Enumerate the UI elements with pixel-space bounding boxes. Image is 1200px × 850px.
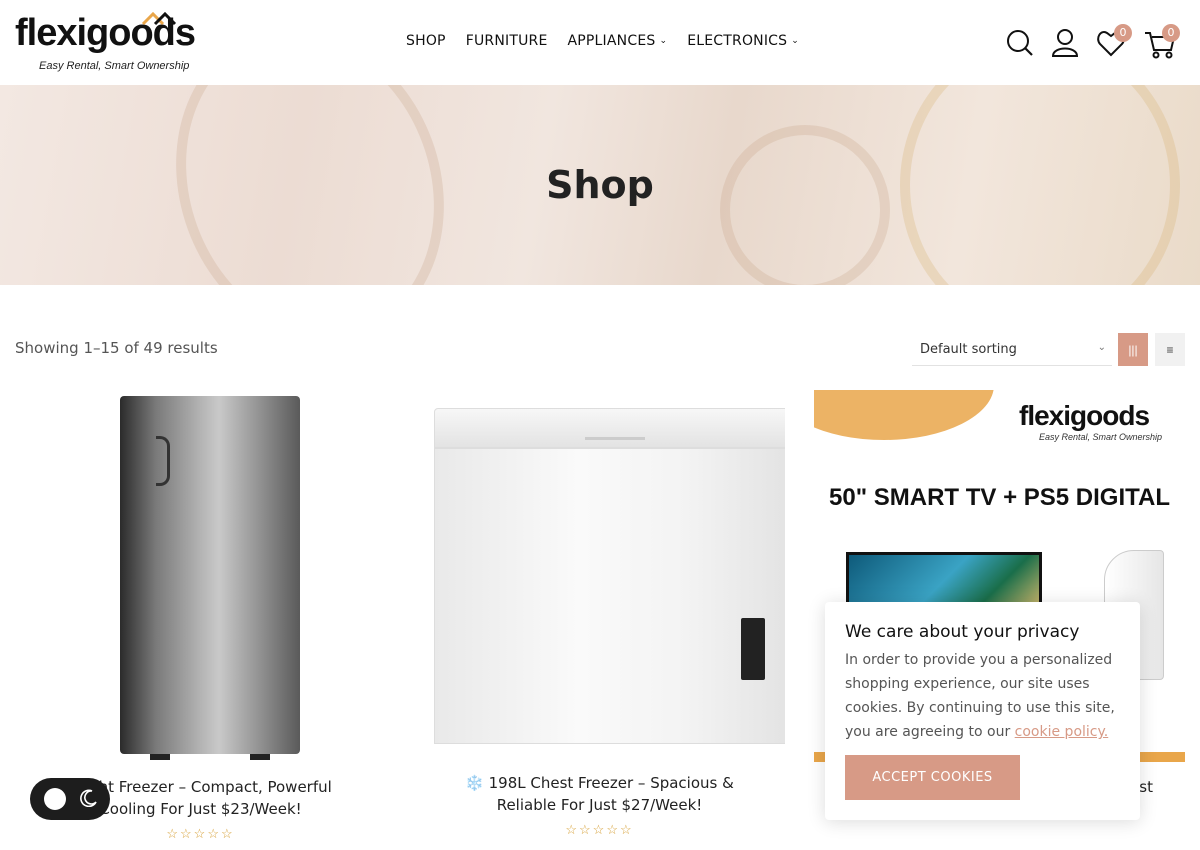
page-title: Shop: [546, 163, 654, 207]
nav-label: ELECTRONICS: [687, 33, 788, 49]
freezer-control-panel: [741, 618, 765, 680]
cart-count-badge: 0: [1162, 24, 1180, 42]
logo-arrows-icon: [141, 11, 177, 26]
product-title[interactable]: ❄️ 198L Chest Freezer – Spacious & Relia…: [414, 772, 785, 816]
moon-icon: [80, 789, 97, 807]
rating-stars: ☆☆☆☆☆: [565, 822, 634, 837]
nav-item-appliances[interactable]: APPLIANCES ⌄: [568, 33, 668, 49]
rating-stars: ☆☆☆☆☆: [166, 826, 235, 841]
search-icon[interactable]: [1005, 26, 1035, 60]
upright-freezer-image: [120, 396, 300, 760]
nav-label: FURNITURE: [465, 33, 548, 49]
nav-item-furniture[interactable]: FURNITURE: [466, 33, 548, 49]
accept-cookies-button[interactable]: ACCEPT COOKIES: [845, 755, 1020, 800]
wishlist-count-badge: 0: [1114, 24, 1132, 42]
page-banner: Shop: [0, 85, 1200, 285]
grid-icon: |||: [1128, 342, 1138, 357]
main-nav: SHOP FURNITURE APPLIANCES ⌄ ELECTRONICS …: [406, 33, 819, 49]
freezer-lid: [434, 408, 785, 448]
chest-freezer-image: [434, 408, 785, 748]
fridge-handle: [156, 436, 170, 486]
chevron-down-icon: ⌄: [1097, 342, 1106, 353]
product-card: ❄️ 198L Chest Freezer – Spacious & Relia…: [414, 390, 785, 838]
nav-item-electronics[interactable]: ELECTRONICS ⌄: [687, 33, 799, 49]
nav-label: APPLIANCES: [567, 33, 656, 49]
fridge-foot: [150, 754, 170, 760]
grid-view-button[interactable]: |||: [1118, 333, 1148, 366]
chevron-down-icon: ⌄: [659, 36, 668, 46]
promo-headline: 50" SMART TV + PS5 DIGITAL: [829, 484, 1170, 511]
fridge-foot: [250, 754, 270, 760]
logo[interactable]: flexigoods Easy Rental, Smart Ownership: [15, 10, 215, 74]
chevron-down-icon: ⌄: [791, 36, 799, 46]
product-card: pright Freezer – Compact, Powerful Cooli…: [15, 390, 386, 842]
product-image[interactable]: [15, 390, 386, 762]
cookie-title: We care about your privacy: [845, 622, 1080, 642]
promo-brand: flexigoods: [1019, 400, 1150, 431]
cookie-policy-link[interactable]: cookie policy.: [1015, 724, 1109, 740]
freezer-body: [434, 448, 785, 744]
user-icon[interactable]: [1050, 26, 1080, 60]
nav-label: SHOP: [406, 33, 446, 49]
cookie-text: In order to provide you a personalized s…: [845, 648, 1120, 744]
cart-button[interactable]: 0: [1144, 24, 1180, 60]
promo-swoosh: [814, 390, 994, 440]
sort-select[interactable]: Default sorting ⌄: [912, 333, 1112, 366]
dark-mode-toggle[interactable]: [30, 778, 110, 820]
promo-tagline: Easy Rental, Smart Ownership: [1039, 432, 1163, 442]
wishlist-button[interactable]: 0: [1096, 24, 1132, 60]
list-view-button[interactable]: ≡: [1155, 333, 1185, 366]
logo-tagline: Easy Rental, Smart Ownership: [39, 60, 190, 72]
cookie-consent-popup: We care about your privacy In order to p…: [825, 602, 1140, 820]
nav-item-shop[interactable]: SHOP: [406, 33, 446, 49]
site-header: flexigoods Easy Rental, Smart Ownership …: [0, 0, 1200, 85]
results-count: Showing 1–15 of 49 results: [15, 339, 218, 357]
sort-selected-value: Default sorting: [920, 341, 1017, 357]
list-icon: ≡: [1166, 342, 1174, 357]
header-icons: 0 0: [1005, 24, 1190, 60]
toggle-knob: [44, 788, 66, 810]
freezer-lid-handle: [585, 437, 645, 440]
product-image[interactable]: [414, 390, 785, 762]
